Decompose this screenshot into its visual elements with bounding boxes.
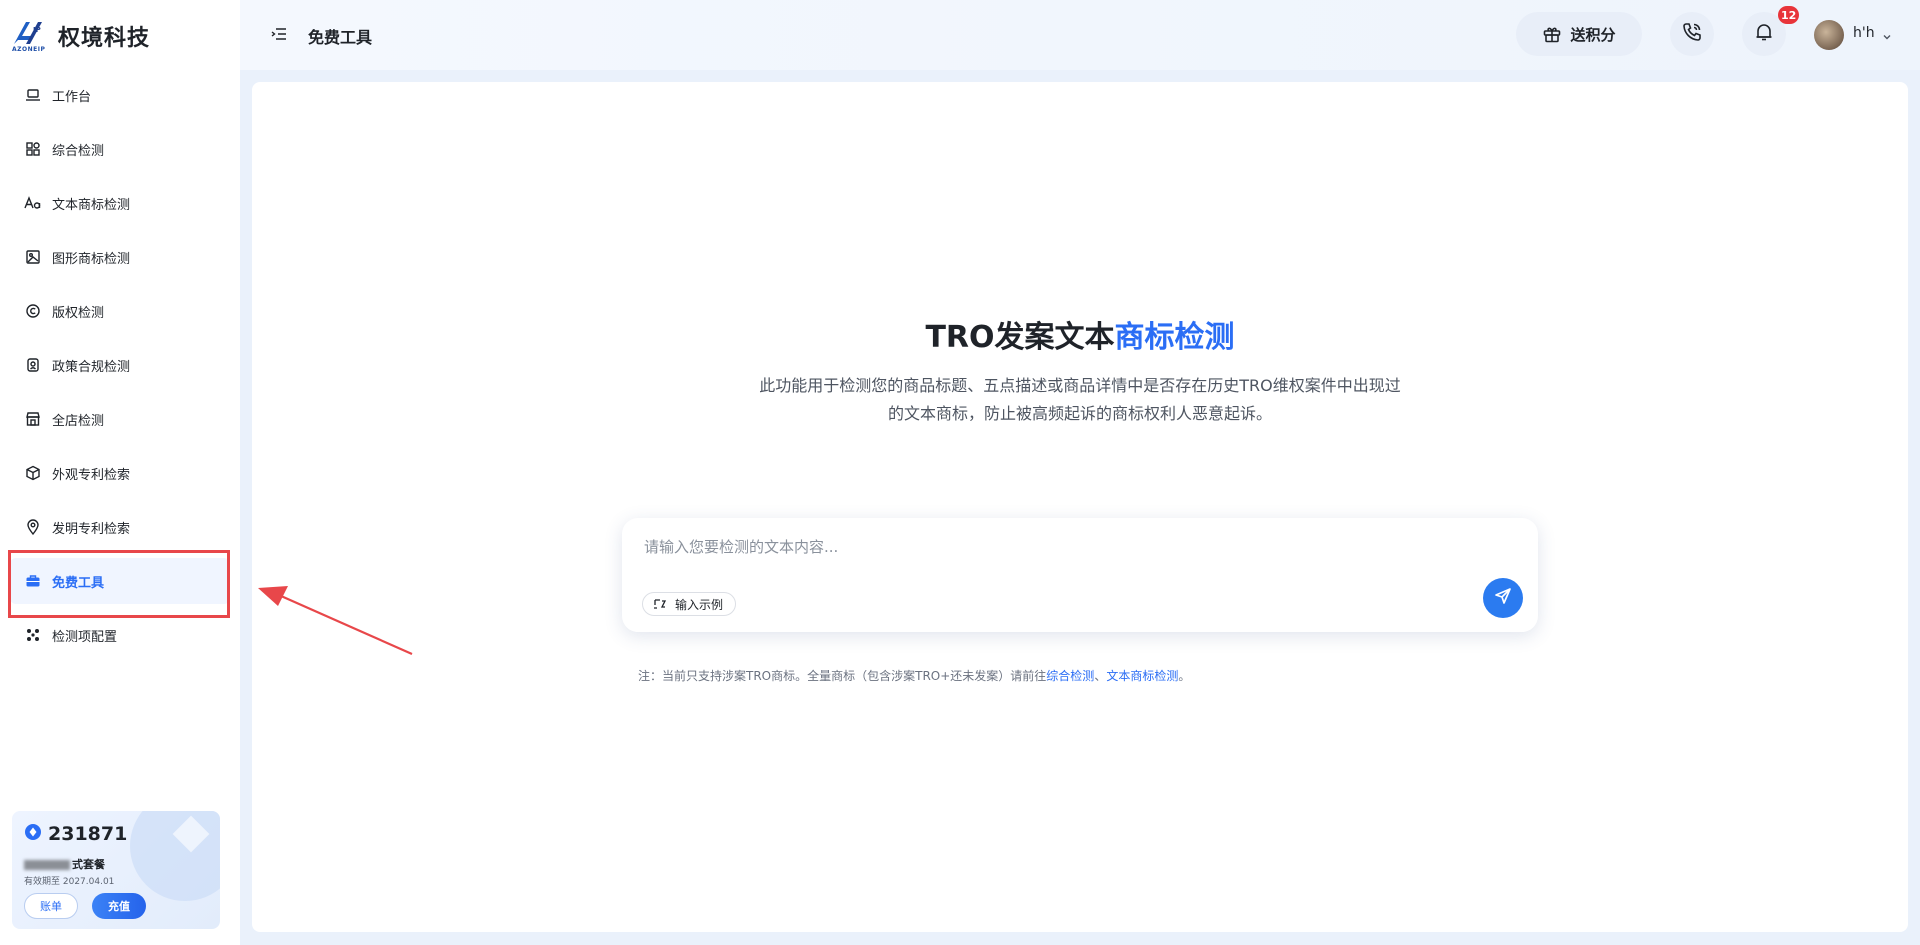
- send-icon: [1493, 586, 1513, 610]
- points-row: 231871: [24, 823, 127, 845]
- sidebar-item-label: 版权检测: [52, 305, 105, 321]
- plan-name: 式套餐: [24, 856, 105, 872]
- gift-icon: [1542, 24, 1562, 44]
- phone-icon: [1681, 21, 1703, 47]
- policy-icon: [24, 356, 42, 374]
- sidebar-item-graphic-trademark[interactable]: 图形商标检测: [10, 234, 230, 280]
- sidebar-item-workbench[interactable]: 工作台: [10, 72, 230, 118]
- username[interactable]: h'h: [1853, 25, 1875, 41]
- phone-button[interactable]: [1670, 12, 1714, 56]
- sidebar-item-policy[interactable]: 政策合规检测: [10, 342, 230, 388]
- points-coin-icon: [24, 823, 42, 845]
- cube-icon: [24, 464, 42, 482]
- input-example-label: 输入示例: [675, 597, 724, 612]
- notification-badge: 12: [1778, 6, 1800, 24]
- plan-expiry: 有效期至 2027.04.01: [24, 877, 115, 887]
- sidebar-item-label: 图形商标检测: [52, 251, 131, 267]
- recharge-button[interactable]: 充值: [92, 893, 146, 919]
- points-value: 231871: [48, 823, 128, 845]
- sidebar-item-label: 文本商标检测: [52, 197, 131, 213]
- sidebar-nav: 工作台 综合检测 文本商标检测 图形商标检测 版权检测 政策合规检测 全店检测 …: [10, 72, 230, 666]
- hero-title: TRO发案文本商标检测: [252, 312, 1908, 356]
- points-card: 231871 式套餐 有效期至 2027.04.01 账单 充值: [12, 811, 220, 929]
- sidebar-item-design-patent[interactable]: 外观专利检索: [10, 450, 230, 496]
- brand-logo[interactable]: IP AZONEIP 权境科技: [12, 18, 150, 54]
- sidebar-item-label: 综合检测: [52, 143, 105, 159]
- link-text-trademark-check[interactable]: 文本商标检测: [1106, 669, 1178, 683]
- main-panel: TRO发案文本商标检测 此功能用于检测您的商品标题、五点描述或商品详情中是否存在…: [252, 82, 1908, 932]
- sidebar-item-invention-patent[interactable]: 发明专利检索: [10, 504, 230, 550]
- input-example-button[interactable]: 输入示例: [642, 592, 737, 616]
- sidebar-item-store[interactable]: 全店检测: [10, 396, 230, 442]
- link-comprehensive-check[interactable]: 综合检测: [1046, 669, 1094, 683]
- detect-text-input[interactable]: [642, 534, 1466, 560]
- footnote: 注：当前只支持涉案TRO商标。全量商标（包含涉案TRO+还未发案）请前往综合检测…: [638, 667, 1190, 684]
- card-decoration: [130, 811, 220, 901]
- text-input-card: 输入示例: [622, 518, 1538, 632]
- chevron-down-icon[interactable]: [1881, 28, 1893, 47]
- laptop-icon: [24, 86, 42, 104]
- top-header: 免费工具 送积分 12 h'h: [240, 0, 1920, 70]
- brand-name: 权境科技: [58, 26, 151, 51]
- sidebar-item-comprehensive[interactable]: 综合检测: [10, 126, 230, 172]
- hero-description-line: 此功能用于检测您的商品标题、五点描述或商品详情中是否存在历史TRO维权案件中出现…: [759, 376, 1401, 395]
- text-aa-icon: [24, 194, 42, 212]
- gift-points-button[interactable]: 送积分: [1516, 12, 1642, 56]
- sidebar: IP AZONEIP 权境科技 工作台 综合检测 文本商标检测 图形商标检测 版…: [0, 0, 240, 945]
- send-button[interactable]: [1483, 578, 1523, 618]
- footnote-text: 注：当前只支持涉案TRO商标。全量商标（包含涉案TRO+还未发案）请前往: [638, 669, 1047, 683]
- logo-mark-text: IP: [33, 26, 41, 34]
- sidebar-item-copyright[interactable]: 版权检测: [10, 288, 230, 334]
- sidebar-item-label: 发明专利检索: [52, 521, 131, 537]
- sidebar-item-label: 免费工具: [52, 575, 105, 591]
- hero-description-line: 的文本商标，防止被高频起诉的商标权利人恶意起诉。: [887, 404, 1272, 423]
- bill-button[interactable]: 账单: [24, 893, 78, 919]
- hero-title-prefix: TRO发案文本: [925, 320, 1115, 355]
- avatar[interactable]: [1814, 20, 1844, 50]
- sidebar-item-free-tools[interactable]: 免费工具: [10, 558, 230, 604]
- logo-subtext: AZONEIP: [12, 46, 46, 53]
- sidebar-item-check-config[interactable]: 检测项配置: [10, 612, 230, 658]
- copyright-icon: [24, 302, 42, 320]
- logo-mark-icon: IP AZONEIP: [12, 18, 52, 54]
- plan-name-redacted: [24, 860, 70, 870]
- sidebar-item-text-trademark[interactable]: 文本商标检测: [10, 180, 230, 226]
- sidebar-item-label: 检测项配置: [52, 629, 118, 645]
- footnote-end: 。: [1178, 669, 1191, 683]
- cluster-icon: [24, 626, 42, 644]
- store-icon: [24, 410, 42, 428]
- gift-points-label: 送积分: [1570, 25, 1616, 44]
- sidebar-item-label: 全店检测: [52, 413, 105, 429]
- page-title: 免费工具: [308, 28, 373, 47]
- example-swap-icon: [653, 598, 667, 610]
- footnote-separator: 、: [1094, 669, 1107, 683]
- grid-icon: [24, 140, 42, 158]
- hero-title-accent: 商标检测: [1114, 320, 1235, 355]
- sidebar-item-label: 外观专利检索: [52, 467, 131, 483]
- bell-icon: [1753, 21, 1775, 47]
- location-pin-icon: [24, 518, 42, 536]
- sidebar-item-label: 政策合规检测: [52, 359, 131, 375]
- plan-name-suffix: 式套餐: [72, 858, 105, 871]
- image-icon: [24, 248, 42, 266]
- menu-collapse-icon[interactable]: [270, 25, 288, 43]
- annotation-arrow-icon: [258, 586, 413, 656]
- sidebar-item-label: 工作台: [52, 89, 92, 105]
- hero-description: 此功能用于检测您的商品标题、五点描述或商品详情中是否存在历史TRO维权案件中出现…: [730, 372, 1430, 428]
- briefcase-icon: [24, 572, 42, 590]
